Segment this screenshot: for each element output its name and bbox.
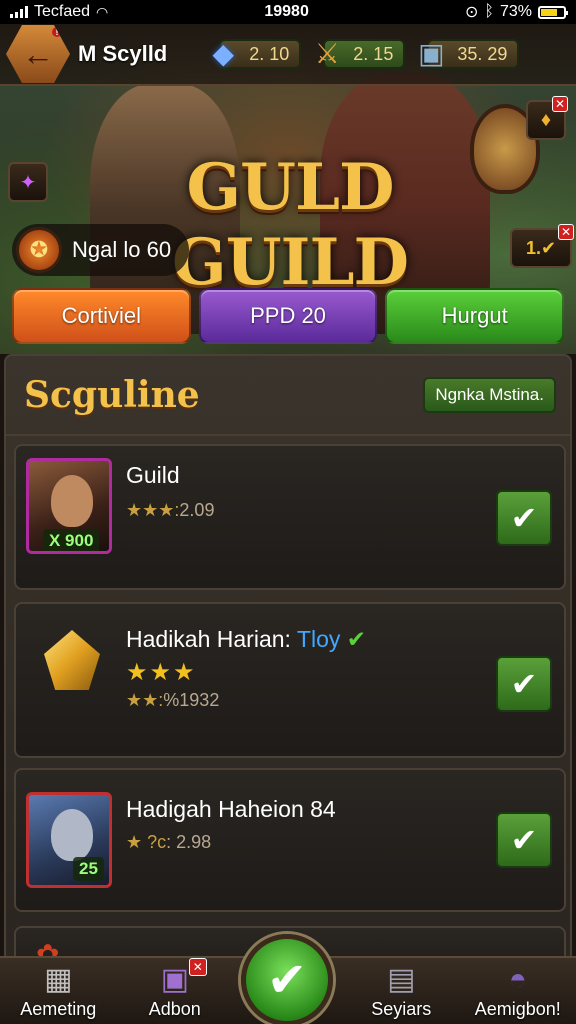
check-icon: ✔ <box>510 666 538 702</box>
panel-header: Scguline Ngnka Mstina. <box>6 356 570 436</box>
close-badge-icon: ✕ <box>558 224 574 240</box>
star-rating-icon: ★★: <box>126 690 164 710</box>
battery-percent: 73% <box>499 3 532 20</box>
panel-title: Scguline <box>24 374 200 416</box>
box-icon: ▤ <box>387 963 416 996</box>
chest-icon: ▣ <box>418 37 445 69</box>
arrow-left-icon: ← <box>22 35 54 72</box>
signal-icon <box>10 6 28 18</box>
star-rating-icon: ★ ?c <box>126 832 167 852</box>
nav-center: ✔ <box>233 934 343 1024</box>
check-icon: ✔ <box>540 237 557 258</box>
chest-icon: ▣ <box>160 963 189 996</box>
item-name: Guild <box>126 462 180 488</box>
quest-button-label: 1. <box>525 237 541 258</box>
hero-portrait-icon <box>51 809 93 861</box>
gem-icon: ◆ <box>212 37 235 69</box>
claim-button[interactable]: ✔ <box>496 656 552 712</box>
bluetooth-icon: ᛒ <box>484 3 494 20</box>
list-item[interactable]: Hadikah Harian: Tloy ✔ ★★★ ★★:%1932 ✔ <box>14 602 566 758</box>
tab-ppd[interactable]: PPD 20 <box>198 288 378 344</box>
claim-button[interactable]: ✔ <box>496 490 552 546</box>
rank-text: Ngal lo 60 <box>72 237 172 262</box>
avatar-badge: 25 <box>73 857 104 881</box>
item-stats: ★★★:2.09 <box>126 500 214 521</box>
gift-icon: ♦ <box>540 108 552 131</box>
claim-button[interactable]: ✔ <box>496 812 552 868</box>
item-name-accent: Tloy <box>296 626 341 652</box>
nav-label: Aemigbon! <box>474 999 561 1019</box>
player-name: M Scylld <box>78 41 168 66</box>
resource-gems-value: 2. 10 <box>249 43 290 64</box>
check-icon: ✔ <box>346 626 367 652</box>
resource-chests-value: 35. 29 <box>457 43 508 64</box>
rank-emblem-icon: ✪ <box>16 227 62 273</box>
close-badge-icon: ✕ <box>552 96 568 112</box>
item-stats-value: %1932 <box>163 690 220 710</box>
star-rating-icon: ★★★ <box>126 659 197 686</box>
nav-aemeting[interactable]: ▦ Aemeting <box>0 958 117 1024</box>
item-stats-value: 2.09 <box>179 500 215 520</box>
avatar-badge: X 900 <box>43 529 100 551</box>
list-item[interactable]: X 900 Guild ★★★:2.09 ✔ <box>14 444 566 590</box>
carrier-label: Tecfaed <box>34 3 91 20</box>
nav-label: Adbon <box>148 999 201 1019</box>
resource-swords[interactable]: ⚔ 2. 15 <box>315 38 406 69</box>
quest-button[interactable]: 1. ✔ ✕ <box>510 224 574 268</box>
sword-icon: ⚔ <box>314 37 340 69</box>
item-stats: ★ ?c: 2.98 <box>126 832 211 853</box>
spell-icon: ✦ <box>19 171 37 194</box>
rank-pill[interactable]: ✪ Ngal lo 60 <box>12 224 190 276</box>
list-item[interactable]: 25 Hadigah Haheion 84 ★ ?c: 2.98 ✔ <box>14 768 566 912</box>
nav-aemigbon[interactable]: ◓ Aemigbon! <box>460 958 576 1024</box>
schedule-panel: Scguline Ngnka Mstina. X 900 Guild ★★★:2… <box>4 354 572 974</box>
helmet-icon: ◓ <box>508 963 527 996</box>
avatar: 25 <box>26 792 112 888</box>
item-name: Hadigah Haheion 84 <box>126 796 336 822</box>
nav-label: Aemeting <box>20 999 97 1019</box>
resource-gems[interactable]: ◆ 2. 10 <box>212 38 302 69</box>
star-rating-icon: ★★★: <box>126 500 180 520</box>
crystal-icon <box>30 618 114 702</box>
wifi-icon: ◠ <box>96 3 109 20</box>
item-name-text: Hadikah Harian: <box>126 626 291 652</box>
nav-label: Seyiars <box>371 999 432 1019</box>
item-stats-value: : 2.98 <box>166 832 212 852</box>
nav-seyiars[interactable]: ▤ Seyiars <box>343 958 460 1024</box>
nav-adbon[interactable]: ▣ ✕ Adbon <box>117 958 234 1024</box>
alarm-icon: ⊙ <box>464 4 479 21</box>
center-action-button[interactable]: ✔ <box>241 934 333 1024</box>
tab-bar: Cortiviel PPD 20 Hurgut <box>12 288 565 344</box>
check-icon: ✔ <box>266 954 308 1007</box>
panel-action-button[interactable]: Ngnka Mstina. <box>423 377 556 413</box>
check-icon: ✔ <box>510 500 538 536</box>
top-bar: ← M Scylld ◆ 2. 10 ⚔ 2. 15 ▣ 35. 29 <box>0 24 576 86</box>
status-bar: Tecfaed ◠ 19980 ⊙ ᛒ 73% <box>0 0 576 24</box>
tab-cortiviel[interactable]: Cortiviel <box>12 288 191 344</box>
spell-button[interactable]: ✦ <box>8 162 48 202</box>
hero-portrait-icon <box>51 475 93 527</box>
tab-hurgut[interactable]: Hurgut <box>385 288 565 344</box>
cube-icon: ▦ <box>44 963 73 996</box>
gift-button[interactable]: ♦ ✕ <box>526 96 568 140</box>
resource-swords-value: 2. 15 <box>353 43 394 64</box>
resource-chests[interactable]: ▣ 35. 29 <box>418 38 520 69</box>
clock: 19980 <box>264 3 309 20</box>
avatar: X 900 <box>26 458 112 554</box>
back-button[interactable]: ← <box>6 25 70 83</box>
check-icon: ✔ <box>510 822 538 858</box>
bottom-nav: ▦ Aemeting ▣ ✕ Adbon ✔ ▤ Seyiars ◓ Aemig… <box>0 934 576 1024</box>
battery-icon <box>538 5 568 19</box>
close-badge-icon: ✕ <box>188 958 207 976</box>
item-name: Hadikah Harian: Tloy ✔ <box>126 626 366 653</box>
item-stats: ★★:%1932 <box>126 690 219 711</box>
